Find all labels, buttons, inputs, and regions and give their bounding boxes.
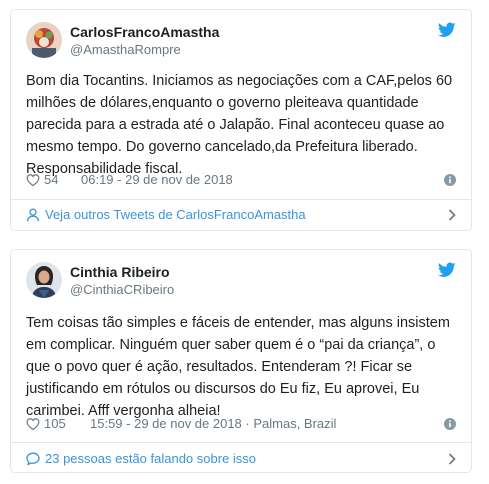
tweet-meta: 105 15:59 - 29 de nov de 2018 · Palmas, … bbox=[26, 414, 456, 434]
heart-icon[interactable] bbox=[26, 173, 40, 187]
avatar[interactable] bbox=[26, 262, 62, 298]
display-name[interactable]: CarlosFrancoAmastha bbox=[70, 24, 219, 41]
conversation-link[interactable]: 23 pessoas estão falando sobre isso bbox=[26, 449, 456, 469]
tweet-text: Bom dia Tocantins. Iniciamos as negociaç… bbox=[26, 73, 453, 177]
divider bbox=[11, 199, 471, 200]
speech-bubble-icon bbox=[26, 452, 40, 466]
handle[interactable]: @AmasthaRompre bbox=[70, 41, 219, 58]
twitter-bird-icon[interactable] bbox=[438, 262, 456, 278]
like-count[interactable]: 105 bbox=[44, 414, 66, 434]
chevron-right-icon[interactable] bbox=[448, 209, 456, 221]
like-count[interactable]: 54 bbox=[44, 170, 58, 190]
timestamp[interactable]: 06:19 - 29 de nov de 2018 bbox=[81, 170, 233, 190]
heart-icon[interactable] bbox=[26, 417, 40, 431]
tweet-text: Tem coisas tão simples e fáceis de enten… bbox=[26, 315, 450, 419]
handle[interactable]: @CinthiaCRibeiro bbox=[70, 281, 174, 298]
footer-label[interactable]: Veja outros Tweets de CarlosFrancoAmasth… bbox=[45, 205, 306, 225]
timestamp[interactable]: 15:59 - 29 de nov de 2018 · Palmas, Braz… bbox=[90, 414, 336, 434]
display-name[interactable]: Cinthia Ribeiro bbox=[70, 264, 174, 281]
tweet-header: Cinthia Ribeiro @CinthiaCRibeiro bbox=[26, 262, 456, 298]
avatar[interactable] bbox=[26, 22, 62, 58]
info-icon[interactable] bbox=[444, 418, 456, 430]
tweet-meta: 54 06:19 - 29 de nov de 2018 bbox=[26, 170, 456, 190]
tweet-card: CarlosFrancoAmastha @AmasthaRompre Bom d… bbox=[10, 9, 472, 231]
tweet-card: Cinthia Ribeiro @CinthiaCRibeiro Tem coi… bbox=[10, 249, 472, 473]
divider bbox=[11, 442, 471, 443]
chevron-right-icon[interactable] bbox=[448, 453, 456, 465]
more-tweets-link[interactable]: Veja outros Tweets de CarlosFrancoAmasth… bbox=[26, 205, 456, 225]
footer-label[interactable]: 23 pessoas estão falando sobre isso bbox=[45, 449, 256, 469]
tweet-header: CarlosFrancoAmastha @AmasthaRompre bbox=[26, 22, 456, 58]
person-icon bbox=[26, 208, 40, 222]
twitter-bird-icon[interactable] bbox=[438, 22, 456, 38]
info-icon[interactable] bbox=[444, 174, 456, 186]
